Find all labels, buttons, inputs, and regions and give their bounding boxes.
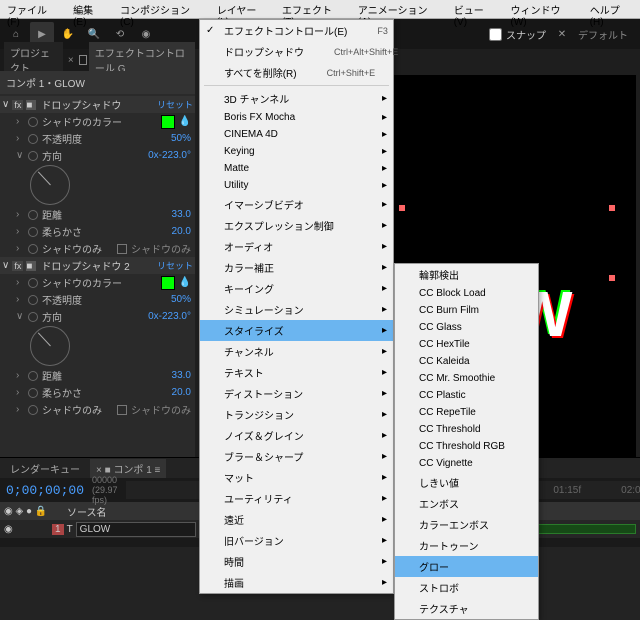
submenu-item-CC Threshold RGB[interactable]: CC Threshold RGB bbox=[395, 438, 538, 455]
submenu-item-カラーエンボス[interactable]: カラーエンボス bbox=[395, 514, 538, 535]
visibility-icon[interactable]: ◉ bbox=[4, 524, 16, 535]
menu-item-チャンネル[interactable]: チャンネル▸ bbox=[200, 341, 393, 362]
menu-コンポジション[interactable]: コンポジション(C) bbox=[113, 0, 210, 18]
menu-item-Matte[interactable]: Matte▸ bbox=[200, 160, 393, 177]
duration-label: 00000 (29.97 fps) bbox=[92, 475, 118, 505]
direction-dial[interactable] bbox=[0, 325, 195, 367]
menu-item-エクスプレッション制御[interactable]: エクスプレッション制御▸ bbox=[200, 215, 393, 236]
snap-checkbox[interactable] bbox=[489, 28, 502, 41]
menu-item-キーイング[interactable]: キーイング▸ bbox=[200, 278, 393, 299]
effect-prop[interactable]: ›不透明度50% bbox=[0, 130, 195, 147]
menu-item-描画[interactable]: 描画▸ bbox=[200, 572, 393, 593]
effect-prop[interactable]: ›シャドウのみシャドウのみ bbox=[0, 240, 195, 257]
submenu-item-CC Glass[interactable]: CC Glass bbox=[395, 319, 538, 336]
source-name-header[interactable]: ソース名 bbox=[67, 504, 207, 519]
menu-item-シミュレーション[interactable]: シミュレーション▸ bbox=[200, 299, 393, 320]
stylize-submenu: 輪郭検出CC Block LoadCC Burn FilmCC GlassCC … bbox=[394, 263, 539, 620]
submenu-item-テクスチャ[interactable]: テクスチャ bbox=[395, 598, 538, 619]
menu-item-時間[interactable]: 時間▸ bbox=[200, 551, 393, 572]
submenu-item-CC Vignette[interactable]: CC Vignette bbox=[395, 455, 538, 472]
menu-item-Keying[interactable]: Keying▸ bbox=[200, 143, 393, 160]
menu-item-マット[interactable]: マット▸ bbox=[200, 467, 393, 488]
effect-prop[interactable]: ∨方向0x-223.0° bbox=[0, 147, 195, 164]
menu-item-スタイライズ[interactable]: スタイライズ▸ bbox=[200, 320, 393, 341]
direction-dial[interactable] bbox=[0, 164, 195, 206]
effect-prop[interactable]: ›シャドウのカラー💧 bbox=[0, 113, 195, 130]
layer-index[interactable]: 1 bbox=[52, 524, 64, 535]
menu-item-ユーティリティ[interactable]: ユーティリティ▸ bbox=[200, 488, 393, 509]
menu-ウィンドウ[interactable]: ウィンドウ(W) bbox=[503, 0, 582, 18]
menu-item-Boris FX Mocha[interactable]: Boris FX Mocha▸ bbox=[200, 109, 393, 126]
submenu-item-ストロボ[interactable]: ストロボ bbox=[395, 577, 538, 598]
menu-ビュー[interactable]: ビュー(V) bbox=[447, 0, 504, 18]
effect-header[interactable]: ∨fx■ドロップシャドウリセット bbox=[0, 96, 195, 113]
submenu-item-CC Plastic[interactable]: CC Plastic bbox=[395, 387, 538, 404]
menu-item-旧バージョン[interactable]: 旧バージョン▸ bbox=[200, 530, 393, 551]
effect-prop[interactable]: ›シャドウのカラー💧 bbox=[0, 274, 195, 291]
handle-marker[interactable] bbox=[609, 205, 615, 211]
layer-name-input[interactable] bbox=[76, 522, 196, 537]
menubar: ファイル(F)編集(E)コンポジション(C)レイヤー(L)エフェクト(T)アニメ… bbox=[0, 0, 640, 19]
menu-item[interactable]: すべてを削除(R)Ctrl+Shift+E bbox=[200, 62, 393, 83]
submenu-item-CC Block Load[interactable]: CC Block Load bbox=[395, 285, 538, 302]
submenu-item-グロー[interactable]: グロー bbox=[395, 556, 538, 577]
effect-prop[interactable]: ›柔らかさ20.0 bbox=[0, 384, 195, 401]
ruler-tick: 01:15f bbox=[553, 485, 581, 496]
menu-ファイル[interactable]: ファイル(F) bbox=[0, 0, 66, 18]
menu-item-ノイズ＆グレイン[interactable]: ノイズ＆グレイン▸ bbox=[200, 425, 393, 446]
menu-item-トランジション[interactable]: トランジション▸ bbox=[200, 404, 393, 425]
menu-item-Utility[interactable]: Utility▸ bbox=[200, 177, 393, 194]
menu-エフェクト[interactable]: エフェクト(T) bbox=[275, 0, 351, 18]
submenu-item-しきい値[interactable]: しきい値 bbox=[395, 472, 538, 493]
menu-item-カラー補正[interactable]: カラー補正▸ bbox=[200, 257, 393, 278]
effect-prop[interactable]: ›シャドウのみシャドウのみ bbox=[0, 401, 195, 418]
workspace-label[interactable]: デフォルト bbox=[578, 27, 628, 42]
submenu-item-CC Threshold[interactable]: CC Threshold bbox=[395, 421, 538, 438]
effect-prop[interactable]: ›不透明度50% bbox=[0, 291, 195, 308]
panel-menu-icon[interactable] bbox=[79, 55, 87, 65]
menu-レイヤー[interactable]: レイヤー(L) bbox=[210, 0, 275, 18]
submenu-item-輪郭検出[interactable]: 輪郭検出 bbox=[395, 264, 538, 285]
menu-item-遠近[interactable]: 遠近▸ bbox=[200, 509, 393, 530]
menu-アニメーション[interactable]: アニメーション(A) bbox=[351, 0, 447, 18]
menu-item[interactable]: ドロップシャドウCtrl+Alt+Shift+E bbox=[200, 41, 393, 62]
close-icon[interactable]: × bbox=[65, 55, 77, 66]
comp-title: コンポ 1・GLOW bbox=[0, 71, 195, 94]
menu-item-テキスト[interactable]: テキスト▸ bbox=[200, 362, 393, 383]
submenu-item-CC Burn Film[interactable]: CC Burn Film bbox=[395, 302, 538, 319]
menu-ヘルプ[interactable]: ヘルプ(H) bbox=[583, 0, 640, 18]
menu-item[interactable]: ✓エフェクトコントロール(E)F3 bbox=[200, 20, 393, 41]
effect-header[interactable]: ∨fx■ドロップシャドウ 2リセット bbox=[0, 257, 195, 274]
handle-marker[interactable] bbox=[609, 275, 615, 281]
effect-prop[interactable]: ›距離33.0 bbox=[0, 367, 195, 384]
menu-item-ディストーション[interactable]: ディストーション▸ bbox=[200, 383, 393, 404]
handle-marker[interactable] bbox=[399, 205, 405, 211]
submenu-item-カートゥーン[interactable]: カートゥーン bbox=[395, 535, 538, 556]
snap-icon[interactable]: ✕ bbox=[550, 22, 574, 46]
submenu-item-CC Kaleida[interactable]: CC Kaleida bbox=[395, 353, 538, 370]
ruler-tick: 02:00f bbox=[621, 485, 640, 496]
effect-prop[interactable]: ›距離33.0 bbox=[0, 206, 195, 223]
submenu-item-CC Mr. Smoothie[interactable]: CC Mr. Smoothie bbox=[395, 370, 538, 387]
submenu-item-エンボス[interactable]: エンボス bbox=[395, 493, 538, 514]
snap-label: スナップ bbox=[506, 27, 546, 42]
menu-item-オーディオ[interactable]: オーディオ▸ bbox=[200, 236, 393, 257]
submenu-item-CC RepeTile[interactable]: CC RepeTile bbox=[395, 404, 538, 421]
menu-item-ブラー＆シャープ[interactable]: ブラー＆シャープ▸ bbox=[200, 446, 393, 467]
menu-item-イマーシブビデオ[interactable]: イマーシブビデオ▸ bbox=[200, 194, 393, 215]
effect-prop[interactable]: ∨方向0x-223.0° bbox=[0, 308, 195, 325]
submenu-item-CC HexTile[interactable]: CC HexTile bbox=[395, 336, 538, 353]
effect-menu: ✓エフェクトコントロール(E)F3ドロップシャドウCtrl+Alt+Shift+… bbox=[199, 19, 394, 594]
menu-item-CINEMA 4D[interactable]: CINEMA 4D▸ bbox=[200, 126, 393, 143]
menu-編集[interactable]: 編集(E) bbox=[66, 0, 113, 18]
menu-item-3D チャンネル[interactable]: 3D チャンネル▸ bbox=[200, 88, 393, 109]
render-queue-tab[interactable]: レンダーキュー bbox=[4, 459, 86, 478]
effect-prop[interactable]: ›柔らかさ20.0 bbox=[0, 223, 195, 240]
timecode[interactable]: 0;00;00;00 bbox=[6, 483, 84, 498]
